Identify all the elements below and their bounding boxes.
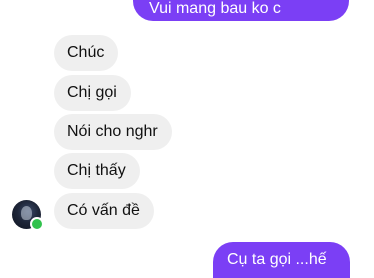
outgoing-message-text: Cụ ta gọi ...hế (227, 251, 327, 268)
incoming-message-text: Có vấn đề (67, 202, 140, 219)
online-status-dot (30, 217, 44, 231)
incoming-message-text: Chị gọi (67, 84, 117, 101)
outgoing-message-bubble[interactable]: Cụ ta gọi ...hế (213, 242, 350, 278)
incoming-message-text: Chị thấy (67, 162, 126, 179)
outgoing-message-bubble[interactable]: Vui mang bau ko c (133, 0, 349, 21)
incoming-message-bubble[interactable]: Chị gọi (54, 75, 131, 111)
avatar-figure (21, 206, 32, 220)
incoming-message-text: Chúc (67, 44, 105, 61)
contact-avatar[interactable] (12, 200, 44, 231)
incoming-message-bubble[interactable]: Có vấn đề (54, 193, 154, 229)
incoming-message-text: Nói cho nghr (67, 123, 158, 140)
incoming-message-bubble[interactable]: Chị thấy (54, 153, 140, 189)
incoming-message-bubble[interactable]: Nói cho nghr (54, 114, 172, 150)
incoming-message-bubble[interactable]: Chúc (54, 35, 119, 71)
outgoing-message-text: Vui mang bau ko c (149, 0, 281, 17)
